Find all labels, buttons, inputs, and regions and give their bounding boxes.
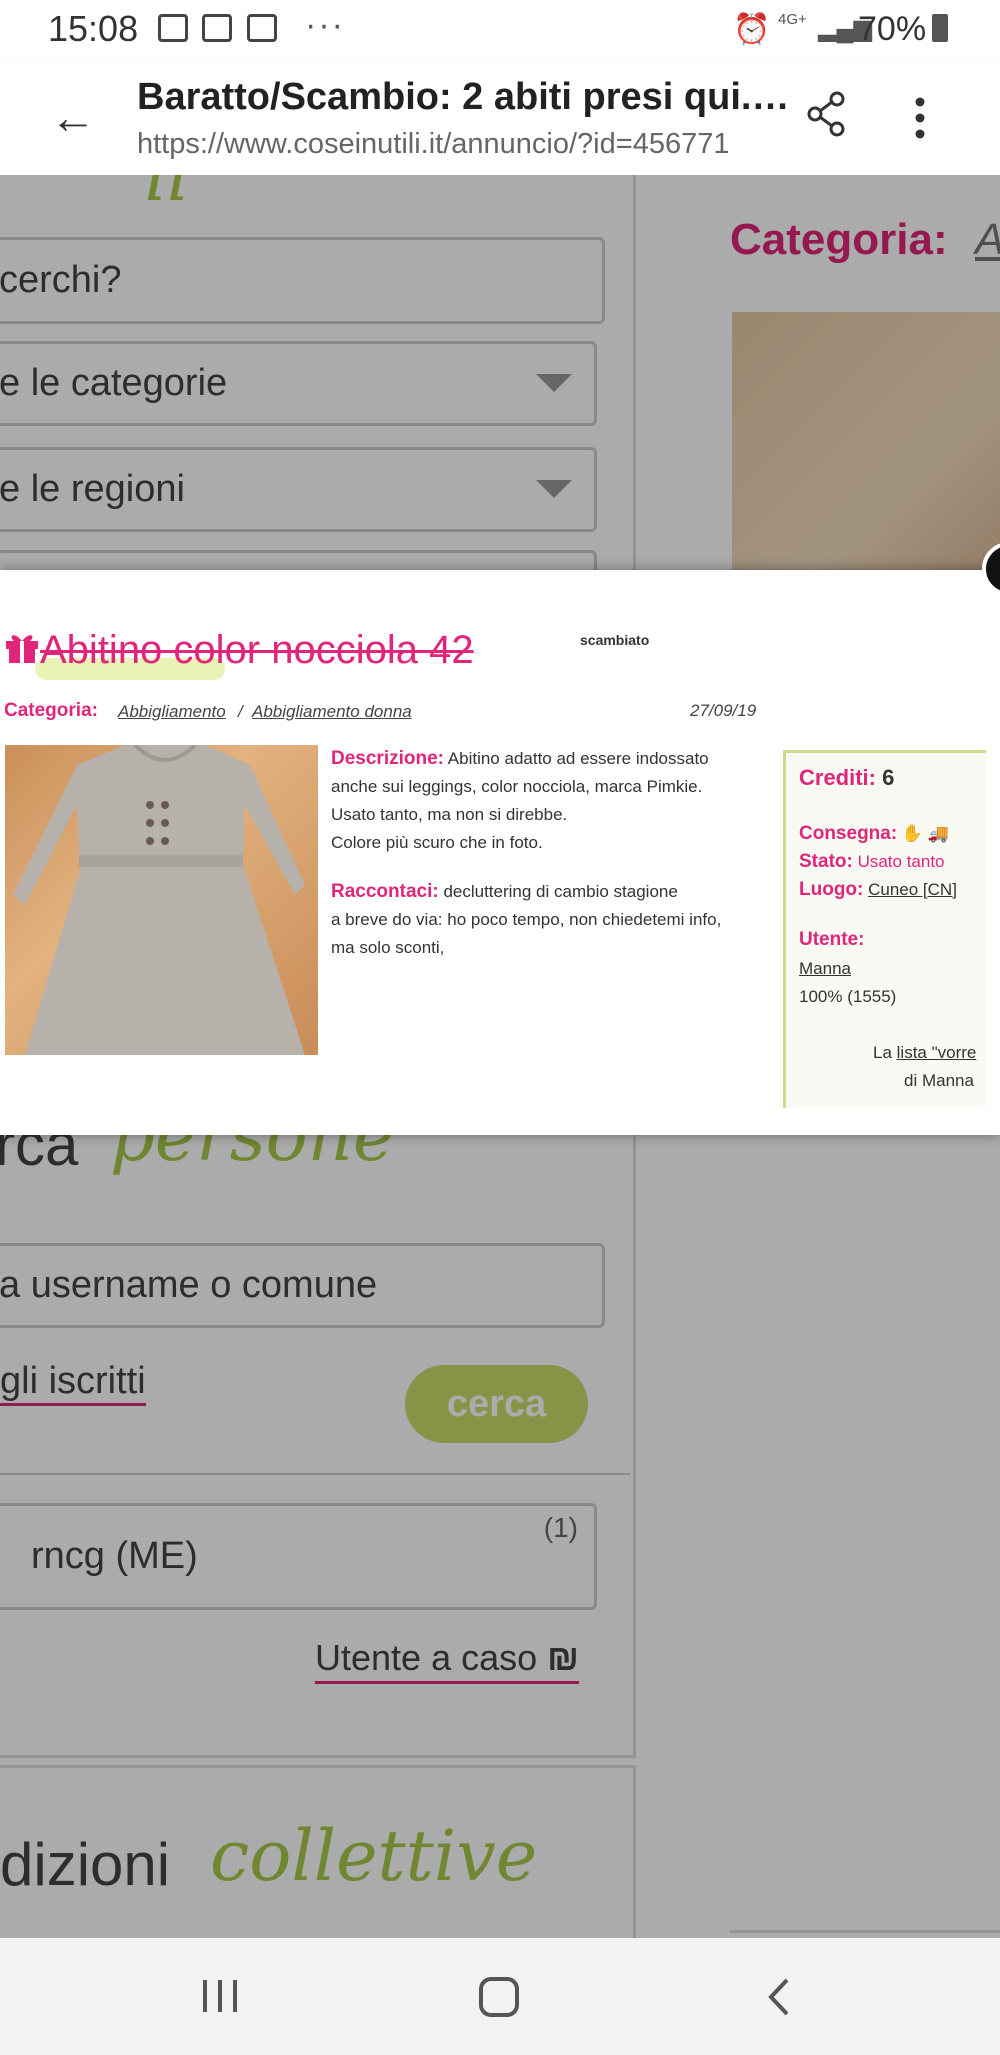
calendar-notification-icon [247, 14, 277, 42]
listing-title: Abitino color nocciola 42 [40, 628, 474, 672]
raccontaci-label: Raccontaci: [331, 881, 439, 902]
shipping-icon: 🚚 [927, 824, 949, 843]
raccontaci-line: a breve do via: ho poco tempo, non chied… [331, 910, 722, 929]
user-label: Utente: [799, 929, 865, 950]
listing-info-box: Crediti: 6 Consegna: ✋ 🚚 Stato: Usato ta… [783, 750, 986, 1108]
listing-date: 27/09/19 [690, 701, 757, 720]
page-url[interactable]: https://www.coseinutili.it/annuncio/?id=… [137, 128, 729, 161]
delivery-label: Consegna: [799, 823, 898, 844]
description-line: Colore più scuro che in foto. [331, 833, 543, 852]
gift-icon [6, 635, 38, 663]
place-label: Luogo: [799, 879, 864, 900]
description-line: Abitino adatto ad essere indossato [447, 749, 709, 768]
wishlist-link[interactable]: lista "vorre [897, 1043, 977, 1062]
raccontaci-line: decluttering di cambio stagione [443, 882, 678, 901]
more-notifications-icon: ··· [305, 6, 345, 44]
credits-label: Crediti: [799, 765, 876, 790]
category-separator: / [238, 702, 243, 721]
status-value: Usato tanto [857, 852, 945, 871]
user-link[interactable]: Manna [799, 959, 851, 979]
share-icon[interactable] [806, 91, 846, 137]
mail-notification-icon [202, 14, 232, 42]
description-label: Descrizione: [331, 748, 444, 769]
status-time: 15:08 [48, 8, 139, 49]
exchanged-badge: scambiato [580, 632, 650, 648]
category-link-clothing[interactable]: Abbigliamento [118, 702, 226, 722]
credits-value: 6 [882, 765, 895, 790]
place-link[interactable]: Cuneo [CN] [868, 880, 957, 899]
recent-apps-icon[interactable] [200, 1978, 240, 2014]
home-icon[interactable] [478, 1976, 520, 2018]
back-arrow-icon[interactable]: ← [50, 94, 96, 140]
network-type: 4G+ [778, 11, 807, 28]
listing-photo[interactable] [5, 745, 318, 1055]
user-rating: 100% (1555) [799, 987, 897, 1006]
page-title: Baratto/Scambio: 2 abiti presi qui. [ A.… [137, 76, 792, 118]
hand-delivery-icon: ✋ [901, 824, 924, 843]
listing-popup: Abitino color nocciola 42 scambiato Cate… [0, 542, 1000, 1135]
system-navigation-bar [0, 1938, 1000, 2055]
battery-icon [932, 14, 948, 42]
raccontaci-line: ma solo sconti, [331, 938, 445, 957]
description-line: Usato tanto, ma non si direbbe. [331, 805, 568, 824]
status-bar: 15:08 ··· ⏰ 4G+ ▂▄▆ 70% [0, 0, 1000, 58]
list-owner: di Manna [904, 1071, 974, 1090]
gallery-notification-icon [158, 14, 188, 42]
description-line: anche sui leggings, color nocciola, marc… [331, 777, 703, 796]
battery-level: 70% [858, 10, 927, 48]
status-label: Stato: [799, 851, 853, 872]
category-label: Categoria: [4, 700, 98, 721]
list-prefix: La [873, 1043, 892, 1062]
alarm-icon: ⏰ [733, 13, 771, 46]
category-link-women-clothing[interactable]: Abbigliamento donna [252, 702, 412, 722]
browser-toolbar: ← Baratto/Scambio: 2 abiti presi qui. [ … [0, 58, 1000, 175]
raccontaci-block: Raccontaci: decluttering di cambio stagi… [331, 878, 721, 962]
more-options-icon[interactable] [905, 96, 935, 140]
dress-image [13, 745, 305, 1055]
back-icon[interactable] [765, 1976, 793, 2018]
description-block: Descrizione: Abitino adatto ad essere in… [331, 745, 709, 857]
